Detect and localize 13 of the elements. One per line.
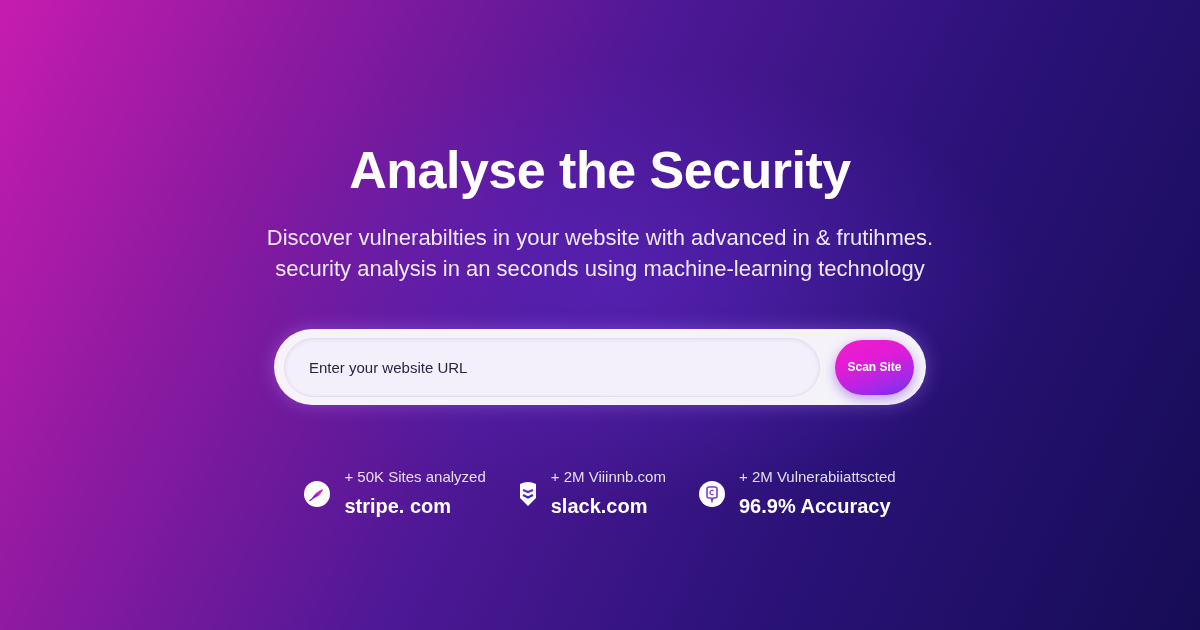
stat-value: slack.com <box>550 494 649 519</box>
hero-subtitle: Discover vulnerabilties in your website with advanced in & frutihmes. security analysis in an seconds using machine-learning technology <box>266 224 934 283</box>
hero-title: Analyse the Security <box>349 140 851 200</box>
url-input-field[interactable]: Enter your website URL <box>284 337 820 397</box>
shield-icon <box>518 481 537 507</box>
stat-caption: + 2M Viiinnb.com <box>550 467 666 487</box>
scan-site-button[interactable]: Scan Site <box>835 339 914 395</box>
chat-badge-icon <box>698 481 725 507</box>
stat-caption: + 2M Vulnerabiiattscted <box>738 467 896 487</box>
stat-caption: + 50K Sites analyzed <box>344 467 486 487</box>
feather-icon <box>304 481 331 507</box>
stat-value: stripe. com <box>344 494 453 519</box>
stat-value: 96.9% Accuracy <box>738 494 892 519</box>
